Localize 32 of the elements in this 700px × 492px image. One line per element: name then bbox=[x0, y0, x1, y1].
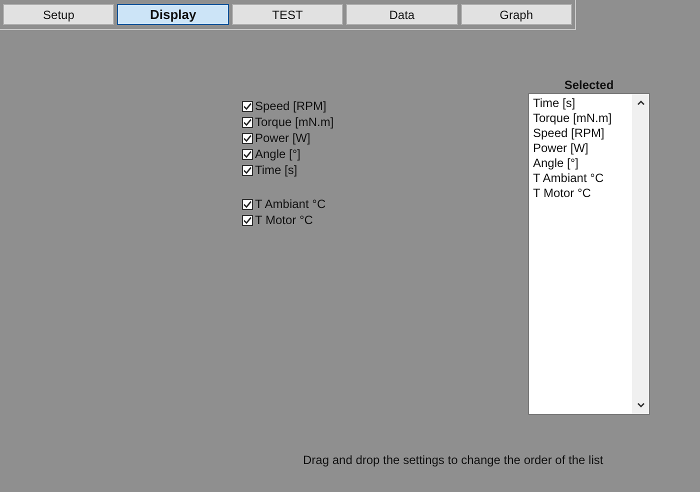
tab[interactable]: Display bbox=[117, 4, 229, 25]
tab[interactable]: Graph bbox=[460, 4, 572, 25]
checkbox[interactable] bbox=[242, 198, 253, 210]
checkbox[interactable] bbox=[242, 148, 253, 160]
selected-list[interactable]: Time [s] Torque [mN.m] Speed [RPM] Power [W] Angle [°] T Ambiant °C T Motor °C bbox=[528, 93, 650, 415]
list-title: Selected bbox=[563, 78, 615, 93]
checkbox[interactable] bbox=[242, 100, 253, 112]
checkbox-label[interactable]: Speed [RPM] bbox=[255, 99, 326, 113]
checkbox-label[interactable]: Power [W] bbox=[255, 131, 310, 145]
tab[interactable]: Setup bbox=[3, 4, 114, 25]
list-item[interactable]: T Motor °C bbox=[533, 186, 628, 201]
checkbox-label[interactable]: Angle [°] bbox=[255, 147, 300, 161]
list-item[interactable]: Time [s] bbox=[533, 96, 628, 111]
checkbox[interactable] bbox=[242, 132, 253, 144]
checkbox[interactable] bbox=[242, 214, 253, 226]
checkbox[interactable] bbox=[242, 164, 253, 176]
scroll-down-icon[interactable] bbox=[636, 403, 644, 408]
hint-text: Drag and drop the settings to change the order of the list bbox=[303, 453, 603, 467]
scrollbar[interactable] bbox=[632, 94, 649, 414]
list-item[interactable]: Power [W] bbox=[533, 141, 628, 156]
list-item[interactable]: Speed [RPM] bbox=[533, 126, 628, 141]
tab[interactable]: Data bbox=[346, 4, 458, 25]
list-item[interactable]: Torque [mN.m] bbox=[533, 111, 628, 126]
list-item[interactable]: T Ambiant °C bbox=[533, 171, 628, 186]
tab[interactable]: TEST bbox=[232, 4, 344, 25]
checkbox-label[interactable]: Torque [mN.m] bbox=[255, 115, 334, 129]
scroll-up-icon[interactable] bbox=[636, 100, 644, 105]
checkbox-label[interactable]: Time [s] bbox=[255, 163, 298, 177]
checkbox-label[interactable]: T Motor °C bbox=[255, 213, 313, 227]
list-item[interactable]: Angle [°] bbox=[533, 156, 628, 171]
checkbox[interactable] bbox=[242, 116, 253, 128]
checkbox-label[interactable]: T Ambiant °C bbox=[255, 197, 326, 211]
